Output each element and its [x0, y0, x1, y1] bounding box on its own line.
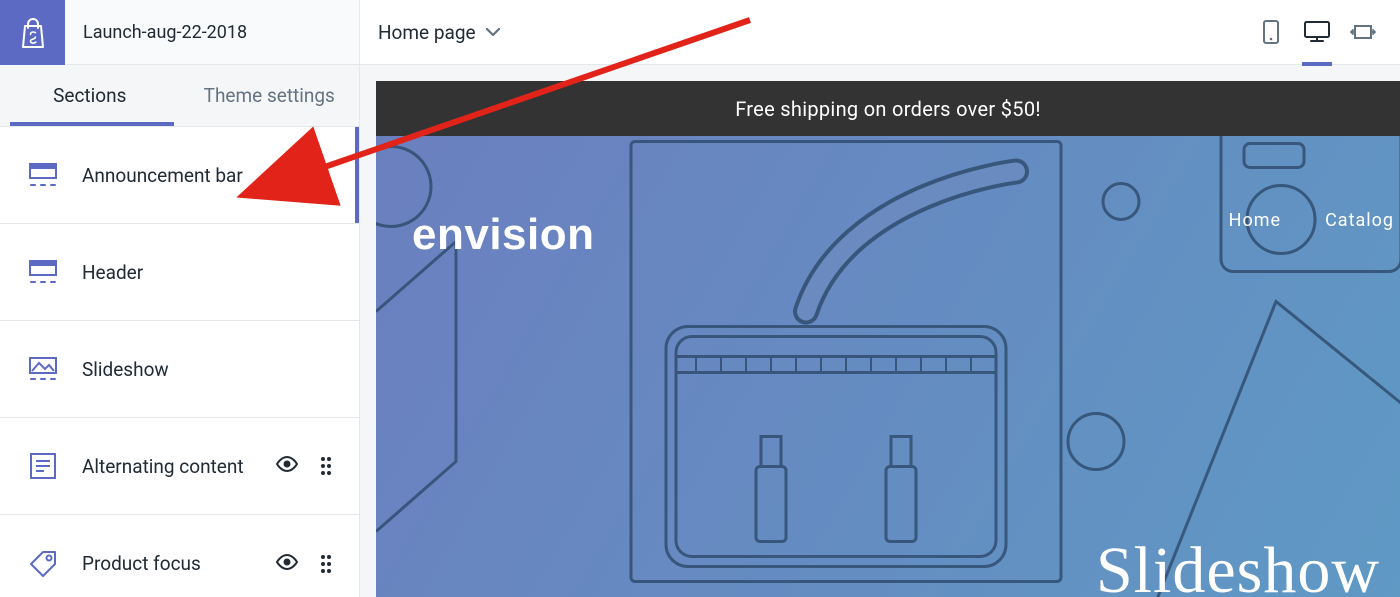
announcement-text: Free shipping on orders over $50! [735, 97, 1041, 121]
shopify-bag-icon [19, 17, 47, 49]
app-root: Launch-aug-22-2018 Sections Theme settin… [0, 0, 1400, 597]
viewport-fullwidth-icon[interactable] [1350, 19, 1376, 45]
sidebar-tabs: Sections Theme settings [0, 65, 359, 127]
section-label: Slideshow [82, 358, 331, 381]
page-selector-label: Home page [378, 21, 476, 44]
preview-hero: envision Home Catalog Slideshow [376, 136, 1400, 597]
section-item-announcement-bar[interactable]: Announcement bar [0, 127, 359, 224]
visibility-icon[interactable] [275, 456, 299, 476]
preview-brand: envision [412, 210, 595, 260]
drag-handle-icon[interactable] [321, 457, 331, 475]
viewport-switcher [1258, 19, 1382, 45]
preview-nav: Home Catalog [1229, 210, 1400, 231]
tab-sections[interactable]: Sections [0, 65, 180, 126]
section-label: Announcement bar [82, 164, 331, 187]
section-item-alternating-content[interactable]: Alternating content [0, 418, 359, 515]
section-item-header[interactable]: Header [0, 224, 359, 321]
section-actions [275, 554, 331, 574]
text-block-icon [28, 451, 58, 481]
theme-preview: Free shipping on orders over $50! [376, 81, 1400, 597]
preview-nav-home[interactable]: Home [1229, 210, 1281, 231]
visibility-icon[interactable] [275, 554, 299, 574]
viewport-desktop-icon[interactable] [1304, 19, 1330, 45]
chevron-down-icon [486, 28, 500, 37]
section-item-slideshow[interactable]: Slideshow [0, 321, 359, 418]
tag-icon [28, 549, 58, 579]
section-item-product-focus[interactable]: Product focus [0, 515, 359, 597]
tab-theme-settings[interactable]: Theme settings [180, 65, 360, 126]
topbar: Launch-aug-22-2018 [0, 0, 359, 65]
section-list: Announcement bar Header Slideshow Altern… [0, 127, 359, 597]
page-selector[interactable]: Home page [378, 21, 500, 44]
viewport-mobile-icon[interactable] [1258, 19, 1284, 45]
main-area: Home page Free shipping on orders over $… [360, 0, 1400, 597]
section-bar-icon [28, 160, 58, 190]
editor-topbar: Home page [360, 0, 1400, 65]
section-actions [275, 456, 331, 476]
theme-name[interactable]: Launch-aug-22-2018 [65, 0, 359, 64]
section-label: Product focus [82, 552, 275, 575]
sidebar: Launch-aug-22-2018 Sections Theme settin… [0, 0, 360, 597]
tab-indicator [10, 122, 174, 126]
section-bar-icon [28, 257, 58, 287]
image-icon [28, 354, 58, 384]
preview-slide-title: Slideshow [1096, 533, 1380, 597]
preview-announcement-bar: Free shipping on orders over $50! [376, 81, 1400, 136]
hero-lineart [376, 136, 1400, 597]
section-label: Alternating content [82, 455, 275, 478]
section-label: Header [82, 261, 331, 284]
drag-handle-icon[interactable] [321, 555, 331, 573]
shopify-logo[interactable] [0, 0, 65, 65]
preview-nav-catalog[interactable]: Catalog [1325, 210, 1394, 231]
